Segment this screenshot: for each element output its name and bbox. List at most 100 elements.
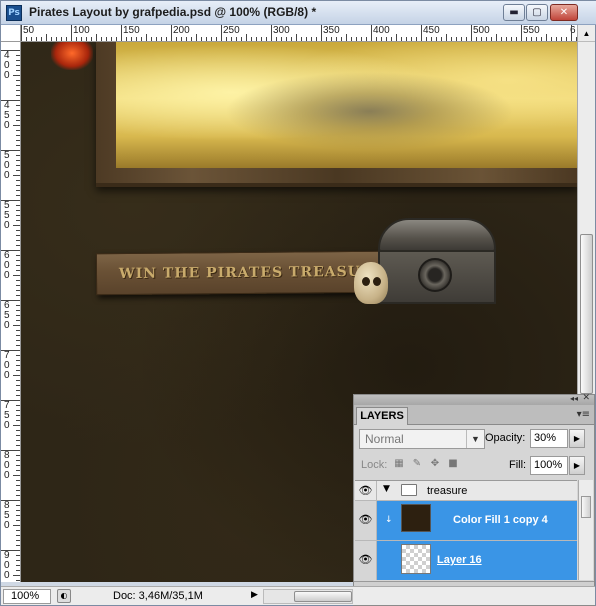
- layer-row-group[interactable]: 👁 ▼ treasure: [355, 481, 577, 501]
- ruler-origin[interactable]: [1, 25, 21, 42]
- collapse-icon[interactable]: ◂◂: [570, 394, 578, 403]
- ruler-tick: [376, 37, 377, 41]
- blend-mode-select[interactable]: Normal ▼: [359, 429, 485, 449]
- chevron-down-icon[interactable]: ▼: [466, 430, 484, 448]
- layer-row-selected[interactable]: 👁 Layer 16: [355, 541, 577, 580]
- ruler-tick: [13, 275, 20, 276]
- ruler-tick: [16, 370, 20, 371]
- close-button[interactable]: ✕: [550, 4, 578, 21]
- minimize-button[interactable]: ▬: [503, 4, 525, 21]
- horizontal-ruler[interactable]: 50 100 150 200 250 300 350 400 450 500 5…: [21, 25, 577, 42]
- lock-position-icon[interactable]: ✥: [429, 458, 441, 470]
- eye-icon[interactable]: 👁: [355, 481, 377, 500]
- ruler-tick: [16, 385, 20, 386]
- skull-eye: [362, 277, 370, 286]
- chevron-down-icon[interactable]: ▼: [383, 484, 390, 494]
- scroll-up-arrow[interactable]: ▲: [578, 25, 595, 42]
- doc-info[interactable]: Doc: 3,46M/35,1M: [113, 590, 203, 602]
- ruler-tick: [571, 25, 572, 41]
- ruler-label: 0: [4, 370, 10, 381]
- ruler-tick: [16, 430, 20, 431]
- layer-row-selected[interactable]: 👁 ↓ Color Fill 1 copy 4: [355, 501, 577, 541]
- fill-slider-button[interactable]: ▶: [569, 456, 585, 475]
- ruler-tick: [1, 550, 20, 551]
- tab-layers[interactable]: LAYERS: [356, 407, 408, 425]
- treasure-chest-image: [378, 218, 496, 304]
- ruler-tick: [16, 315, 20, 316]
- lock-image-icon[interactable]: ✎: [411, 458, 423, 470]
- ruler-tick: [51, 37, 52, 41]
- ruler-tick: [16, 190, 20, 191]
- maximize-button[interactable]: ▢: [526, 4, 548, 21]
- ruler-tick: [16, 445, 20, 446]
- close-icon[interactable]: ✕: [582, 393, 590, 403]
- panel-header[interactable]: ◂◂ ✕: [354, 393, 594, 405]
- ruler-tick: [181, 37, 182, 41]
- skull-image: [354, 262, 388, 304]
- ruler-label: 100: [73, 25, 90, 36]
- ruler-tick: [251, 37, 252, 41]
- opacity-slider-button[interactable]: ▶: [569, 429, 585, 448]
- ruler-tick: [496, 34, 497, 41]
- ruler-tick: [271, 25, 272, 41]
- layer-name: treasure: [427, 485, 468, 497]
- ruler-tick: [256, 37, 257, 41]
- ruler-tick: [511, 37, 512, 41]
- ruler-tick: [16, 140, 20, 141]
- ruler-tick: [1, 500, 20, 501]
- eye-icon[interactable]: 👁: [355, 541, 377, 580]
- ruler-tick: [16, 465, 20, 466]
- fill-thumbnail[interactable]: [401, 504, 431, 532]
- ruler-tick: [16, 305, 20, 306]
- ruler-tick: [521, 25, 522, 41]
- ruler-tick: [16, 480, 20, 481]
- ruler-tick: [1, 400, 20, 401]
- ruler-tick: [486, 37, 487, 41]
- scroll-thumb[interactable]: [294, 591, 352, 602]
- layers-scrollbar[interactable]: [578, 480, 593, 580]
- panel-menu-icon[interactable]: ▾≡: [577, 409, 590, 420]
- ruler-tick: [301, 37, 302, 41]
- ruler-tick: [396, 34, 397, 41]
- zoom-input[interactable]: 100%: [3, 589, 51, 604]
- status-menu-arrow[interactable]: ▶: [251, 590, 258, 600]
- lock-all-icon[interactable]: ■: [447, 458, 459, 470]
- ruler-tick: [13, 125, 20, 126]
- ruler-tick: [531, 37, 532, 41]
- ruler-tick: [16, 330, 20, 331]
- lock-transparent-icon[interactable]: ▦: [393, 458, 405, 470]
- ruler-tick: [446, 34, 447, 41]
- ruler-tick: [1, 350, 20, 351]
- ruler-tick: [16, 340, 20, 341]
- ruler-tick: [13, 175, 20, 176]
- ruler-tick: [526, 37, 527, 41]
- title-bar[interactable]: Ps Pirates Layout by grafpedia.psd @ 100…: [1, 1, 596, 25]
- horizontal-scrollbar[interactable]: [263, 589, 353, 604]
- eye-icon[interactable]: 👁: [355, 501, 377, 540]
- scroll-thumb[interactable]: [581, 496, 591, 518]
- ruler-tick: [16, 485, 20, 486]
- ruler-tick: [356, 37, 357, 41]
- window-title: Pirates Layout by grafpedia.psd @ 100% (…: [29, 5, 317, 19]
- ruler-tick: [131, 37, 132, 41]
- ruler-tick: [231, 37, 232, 41]
- fill-input[interactable]: 100%: [530, 456, 568, 475]
- scroll-thumb[interactable]: [580, 234, 593, 394]
- ruler-tick: [176, 37, 177, 41]
- vertical-ruler[interactable]: 400450500550600650700750800850900: [1, 42, 21, 582]
- ruler-tick: [201, 37, 202, 41]
- ruler-tick: [16, 505, 20, 506]
- ruler-tick: [16, 235, 20, 236]
- ruler-tick: [16, 545, 20, 546]
- ruler-tick: [16, 70, 20, 71]
- ruler-label: 50: [23, 25, 35, 36]
- ruler-label: 0: [4, 470, 10, 481]
- layer-thumbnail[interactable]: [401, 544, 431, 574]
- ruler-tick: [471, 25, 472, 41]
- ruler-tick: [401, 37, 402, 41]
- ruler-tick: [466, 37, 467, 41]
- status-icon[interactable]: ◐: [57, 589, 71, 603]
- ruler-tick: [16, 210, 20, 211]
- opacity-input[interactable]: 30%: [530, 429, 568, 448]
- ruler-tick: [391, 37, 392, 41]
